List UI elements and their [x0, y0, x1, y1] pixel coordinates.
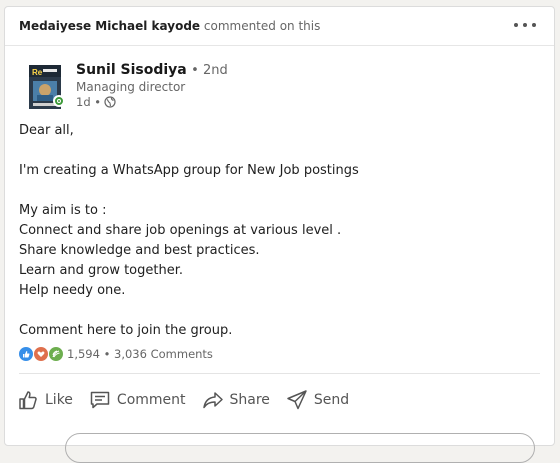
share-arrow-icon	[202, 392, 223, 409]
share-label: Share	[229, 392, 270, 408]
post-meta: 1d •	[76, 95, 228, 109]
comment-label: Comment	[116, 392, 186, 408]
online-status-indicator	[53, 95, 65, 107]
social-counts: 1,594 • 3,036 Comments	[18, 346, 213, 362]
more-options-button[interactable]	[514, 15, 536, 35]
send-button[interactable]: Send	[286, 386, 349, 414]
post-line: Connect and share job openings at variou…	[19, 223, 342, 238]
post-line: My aim is to :	[19, 203, 107, 218]
ellipsis-dot	[532, 23, 536, 27]
author-name-row: Sunil Sisodiya • 2nd	[76, 62, 228, 78]
send-label: Send	[313, 392, 350, 408]
support-icon	[48, 346, 64, 362]
author-name[interactable]: Sunil Sisodiya	[76, 62, 187, 78]
activity-action-text: commented on this	[203, 19, 321, 33]
post-line: I'm creating a WhatsApp group for New Jo…	[19, 163, 359, 178]
activity-actor-name[interactable]: Medaiyese Michael kayode	[19, 19, 200, 33]
post-timestamp: 1d •	[76, 95, 102, 109]
comment-icon	[90, 391, 110, 409]
comment-input[interactable]	[65, 433, 535, 463]
reaction-icons[interactable]	[18, 346, 64, 362]
post-content: Dear all, I'm creating a WhatsApp group …	[19, 121, 539, 341]
post-actions-bar: Like Comment Share Send	[17, 386, 365, 414]
send-paper-plane-icon	[287, 390, 307, 410]
like-label: Like	[45, 392, 73, 408]
like-icon	[19, 391, 37, 410]
globe-icon	[104, 96, 116, 108]
ellipsis-horizontal-icon	[514, 23, 518, 27]
post-line: Share knowledge and best practices.	[19, 243, 260, 258]
connection-degree: • 2nd	[191, 63, 228, 78]
post-line: Comment here to join the group.	[19, 323, 233, 338]
ellipsis-dot	[523, 23, 527, 27]
reaction-comment-counts[interactable]: 1,594 • 3,036 Comments	[67, 347, 213, 361]
comment-button[interactable]: Comment	[89, 386, 186, 414]
activity-text: Medaiyese Michael kayode commented on th…	[19, 19, 320, 33]
post-line: Help needy one.	[19, 283, 126, 298]
share-button[interactable]: Share	[202, 386, 270, 414]
post-line: Dear all,	[19, 123, 74, 138]
svg-text:Re: Re	[32, 68, 43, 77]
author-headline: Managing director	[76, 80, 186, 94]
actions-divider	[19, 373, 540, 374]
like-button[interactable]: Like	[17, 386, 73, 414]
post-line: Learn and grow together.	[19, 263, 184, 278]
feed-post-card: Medaiyese Michael kayode commented on th…	[4, 6, 555, 463]
love-icon	[33, 346, 49, 362]
activity-header: Medaiyese Michael kayode commented on th…	[5, 7, 554, 46]
author-info: Sunil Sisodiya • 2nd Managing director 1…	[76, 62, 228, 109]
online-status-icon	[55, 97, 63, 105]
like-icon	[18, 346, 34, 362]
